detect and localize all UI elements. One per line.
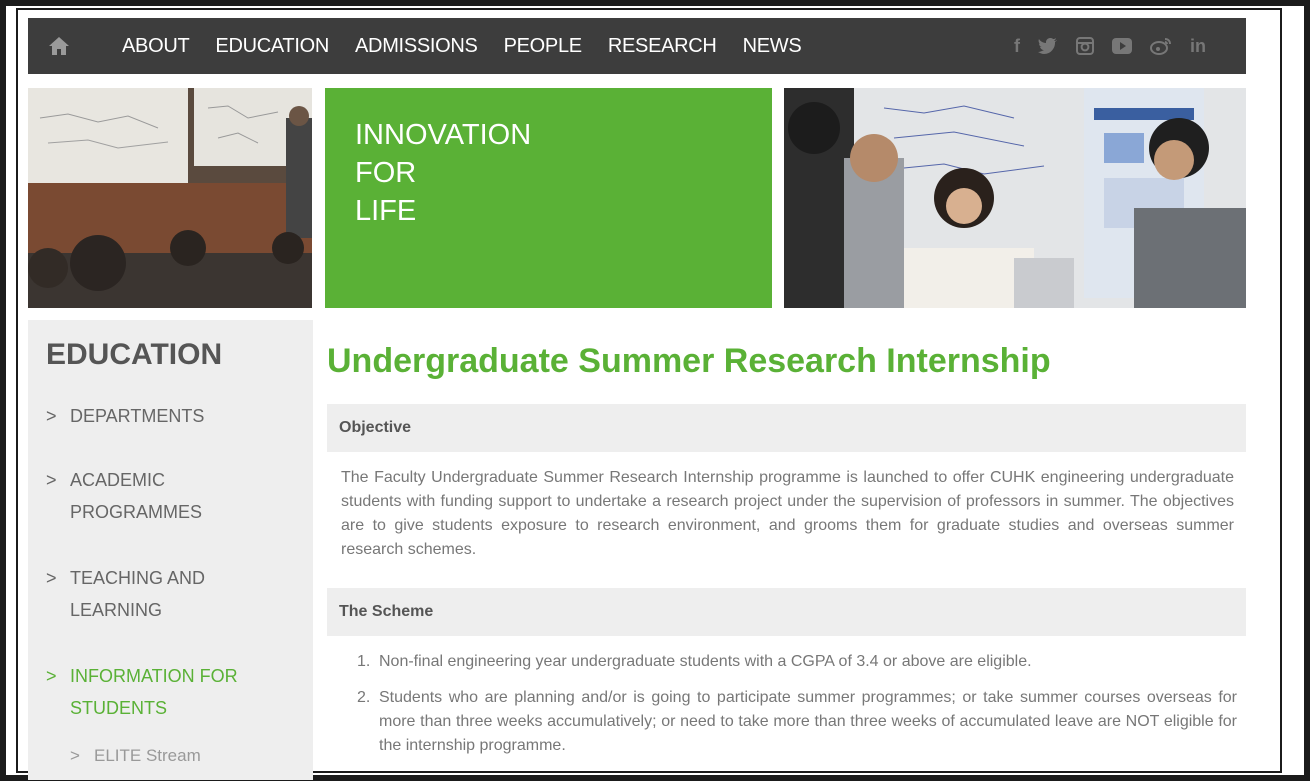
facebook-icon[interactable]: f	[1014, 36, 1020, 57]
list-item: 1. Non-final engineering year undergradu…	[357, 650, 1237, 674]
list-item: 2. Students who are planning and/or is g…	[357, 686, 1237, 758]
nav-item-education[interactable]: EDUCATION	[215, 35, 329, 58]
chevron-right-icon: >	[46, 406, 57, 426]
list-item-text: Students who are planning and/or is goin…	[379, 689, 1237, 754]
youtube-icon[interactable]	[1112, 38, 1132, 54]
linkedin-icon[interactable]: in	[1190, 36, 1206, 57]
chevron-right-icon: >	[70, 746, 80, 765]
sidebar-item-label: ELITE Stream	[94, 746, 201, 765]
section-heading-objective: Objective	[327, 404, 1246, 452]
sidebar-item-label: DEPARTMENTS	[70, 406, 205, 426]
instagram-icon[interactable]	[1076, 37, 1094, 55]
section-heading-scheme: The Scheme	[327, 588, 1246, 636]
sidebar-item-academic-programmes[interactable]: > ACADEMIC PROGRAMMES	[46, 464, 300, 528]
list-item-text: Non-final engineering year undergraduate…	[379, 653, 1032, 670]
sidebar-item-label: TEACHING AND LEARNING	[70, 568, 206, 620]
chevron-right-icon: >	[46, 666, 57, 686]
home-icon[interactable]	[48, 36, 70, 56]
nav-item-admissions[interactable]: ADMISSIONS	[355, 35, 478, 58]
sidebar-heading: EDUCATION	[46, 338, 223, 371]
sidebar: EDUCATION > DEPARTMENTS > ACADEMIC PROGR…	[28, 320, 313, 780]
tagline-banner: INNOVATION FOR LIFE	[325, 88, 772, 308]
nav-item-people[interactable]: PEOPLE	[504, 35, 583, 58]
main-menu: ABOUT EDUCATION ADMISSIONS PEOPLE RESEAR…	[122, 18, 802, 74]
weibo-icon[interactable]	[1150, 37, 1172, 55]
tagline: INNOVATION FOR LIFE	[355, 116, 531, 230]
lecture-photo	[28, 88, 312, 308]
sidebar-item-departments[interactable]: > DEPARTMENTS	[46, 400, 300, 432]
sidebar-subitem-elite-stream[interactable]: > ELITE Stream	[70, 740, 324, 772]
sidebar-item-information-for-students[interactable]: > INFORMATION FOR STUDENTS	[46, 660, 300, 724]
tagline-line-1: INNOVATION	[355, 119, 532, 151]
nav-item-news[interactable]: NEWS	[743, 35, 802, 58]
sidebar-item-teaching-and-learning[interactable]: > TEACHING AND LEARNING	[46, 562, 300, 626]
nav-item-research[interactable]: RESEARCH	[608, 35, 717, 58]
objective-paragraph: The Faculty Undergraduate Summer Researc…	[341, 469, 1234, 558]
list-number: 1.	[357, 653, 371, 670]
sidebar-item-label: ACADEMIC PROGRAMMES	[70, 470, 203, 522]
nav-item-about[interactable]: ABOUT	[122, 35, 190, 58]
twitter-icon[interactable]	[1038, 37, 1058, 55]
students-photo	[784, 88, 1246, 308]
scheme-list: 1. Non-final engineering year undergradu…	[357, 650, 1237, 770]
chevron-right-icon: >	[46, 568, 57, 588]
chevron-right-icon: >	[46, 470, 57, 490]
sidebar-item-label: INFORMATION FOR STUDENTS	[70, 666, 238, 718]
page-title: Undergraduate Summer Research Internship	[327, 342, 1051, 380]
social-links: f in	[1014, 18, 1206, 74]
tagline-line-2: FOR	[355, 157, 417, 189]
tagline-line-3: LIFE	[355, 195, 417, 227]
list-number: 2.	[357, 689, 371, 706]
top-navigation: ABOUT EDUCATION ADMISSIONS PEOPLE RESEAR…	[28, 18, 1246, 74]
